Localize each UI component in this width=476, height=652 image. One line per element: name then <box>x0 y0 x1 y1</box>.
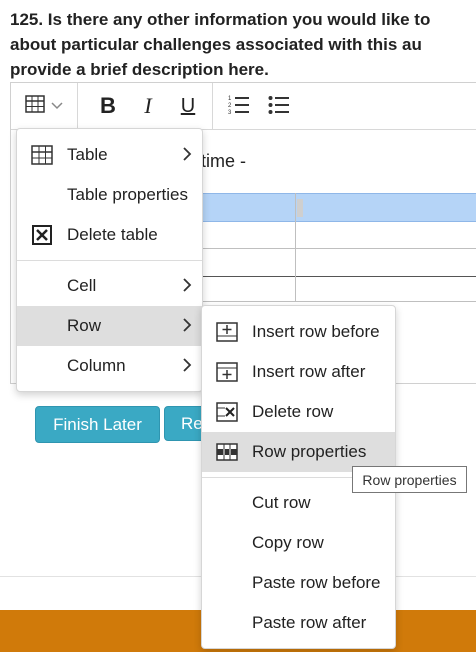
finish-later-button[interactable]: Finish Later <box>35 406 160 443</box>
menu-item-label: Table properties <box>67 185 188 204</box>
menu-item-delete-table[interactable]: Delete table <box>17 215 202 255</box>
menu-item-label: Cut row <box>252 493 311 512</box>
table-row[interactable] <box>199 221 476 249</box>
chevron-right-icon <box>182 277 192 298</box>
underline-button[interactable]: U <box>168 83 208 129</box>
chevron-right-icon <box>182 317 192 338</box>
chevron-down-icon <box>51 97 63 115</box>
delete-table-icon <box>31 225 53 247</box>
delete-row-icon <box>216 402 238 424</box>
insert-row-before-icon <box>216 322 238 344</box>
menu-item-copy-row[interactable]: Copy row <box>202 523 395 563</box>
menu-item-label: Table <box>67 145 108 164</box>
menu-item-label: Paste row after <box>252 613 367 632</box>
table-icon <box>31 145 53 167</box>
table-row[interactable] <box>199 249 476 277</box>
menu-item-label: Delete table <box>67 225 158 244</box>
svg-text:1: 1 <box>228 96 232 102</box>
menu-item-cell[interactable]: Cell <box>17 266 202 306</box>
menu-item-delete-row[interactable]: Delete row <box>202 392 395 432</box>
table-icon <box>25 94 45 118</box>
insert-row-after-icon <box>216 362 238 384</box>
table-column-divider <box>295 193 296 301</box>
question-line-3: provide a brief description here. <box>10 60 269 79</box>
menu-item-row[interactable]: Row <box>17 306 202 346</box>
numbered-list-icon: 123 <box>228 94 250 119</box>
question-text: 125. Is there any other information you … <box>10 7 476 82</box>
tooltip: Row properties <box>352 466 467 493</box>
cell-caret <box>297 199 303 217</box>
editor-toolbar: B I U 123 <box>11 83 476 130</box>
row-properties-icon <box>216 442 238 464</box>
question-line-1: 125. Is there any other information you … <box>10 10 431 29</box>
menu-separator <box>17 260 202 261</box>
italic-icon: I <box>144 93 152 118</box>
menu-item-label: Copy row <box>252 533 324 552</box>
menu-item-insert-row-before[interactable]: Insert row before <box>202 312 395 352</box>
menu-item-label: Column <box>67 356 126 375</box>
menu-item-label: Cell <box>67 276 97 295</box>
chevron-right-icon <box>182 146 192 167</box>
menu-item-label: Insert row before <box>252 322 380 341</box>
numbered-list-button[interactable]: 123 <box>219 83 259 129</box>
table-row[interactable] <box>199 277 476 302</box>
underline-icon: U <box>180 94 196 117</box>
table-menu-button[interactable] <box>11 83 77 129</box>
menu-item-label: Insert row after <box>252 362 366 381</box>
menu-item-label: Row properties <box>252 442 367 461</box>
menu-item-table-properties[interactable]: Table properties <box>17 175 202 215</box>
question-line-2: about particular challenges associated w… <box>10 35 422 54</box>
menu-item-insert-row-after[interactable]: Insert row after <box>202 352 395 392</box>
editor-table[interactable] <box>199 193 476 303</box>
svg-text:3: 3 <box>228 110 232 114</box>
menu-item-column[interactable]: Column <box>17 346 202 386</box>
bold-icon: B <box>100 93 116 118</box>
italic-button[interactable]: I <box>128 83 168 129</box>
menu-item-label: Row <box>67 316 102 335</box>
svg-text:2: 2 <box>228 103 232 109</box>
bold-button[interactable]: B <box>88 83 128 129</box>
menu-item-paste-row-after[interactable]: Paste row after <box>202 603 395 643</box>
table-context-menu: Table Table properties Delete table Cell… <box>16 128 203 392</box>
bullet-list-icon <box>268 94 290 119</box>
editor-content-text: time - <box>201 151 246 171</box>
menu-item-paste-row-before[interactable]: Paste row before <box>202 563 395 603</box>
menu-item-label: Delete row <box>252 402 334 421</box>
table-row-selected[interactable] <box>199 193 476 222</box>
toolbar-divider <box>212 83 213 129</box>
menu-item-label: Paste row before <box>252 573 381 592</box>
bullet-list-button[interactable] <box>259 83 299 129</box>
toolbar-divider <box>77 83 78 129</box>
chevron-right-icon <box>182 357 192 378</box>
menu-item-table[interactable]: Table <box>17 135 202 175</box>
